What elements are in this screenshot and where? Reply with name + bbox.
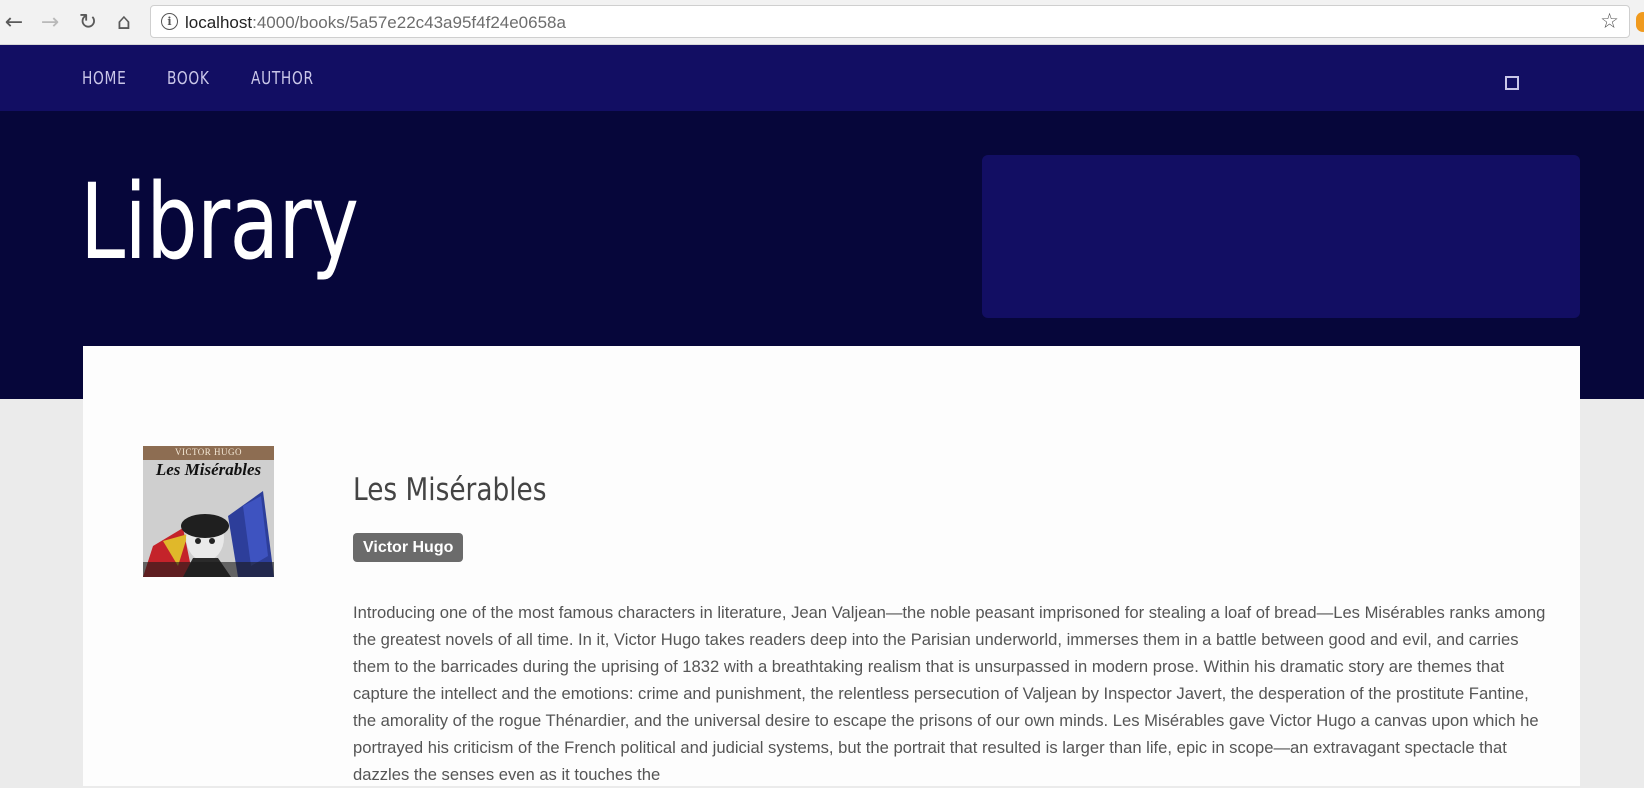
reload-button[interactable]: ↻ bbox=[74, 8, 102, 36]
book-detail-card: VICTOR HUGO Les Misérables Les Misérable… bbox=[83, 346, 1580, 786]
book-cover-image: VICTOR HUGO Les Misérables bbox=[143, 446, 274, 577]
arrow-right-icon: → bbox=[40, 9, 60, 35]
nav-author-link[interactable]: AUTHOR bbox=[251, 68, 314, 89]
address-bar[interactable]: i localhost:4000/books/5a57e22c43a95f4f2… bbox=[150, 5, 1630, 38]
hero-panel bbox=[982, 155, 1580, 318]
nav-home-link[interactable]: HOME bbox=[82, 68, 126, 89]
back-button[interactable]: ← bbox=[0, 8, 28, 36]
extension-icon[interactable] bbox=[1636, 12, 1644, 32]
browser-toolbar: ← → ↻ ⌂ i localhost:4000/books/5a57e22c4… bbox=[0, 0, 1644, 45]
url-path: :4000/books/5a57e22c43a95f4f24e0658a bbox=[252, 13, 566, 32]
arrow-left-icon: ← bbox=[4, 9, 24, 35]
author-badge[interactable]: Victor Hugo bbox=[353, 533, 464, 562]
menu-toggle-icon[interactable] bbox=[1505, 76, 1519, 90]
forward-button[interactable]: → bbox=[36, 8, 64, 36]
home-button[interactable]: ⌂ bbox=[110, 8, 138, 36]
info-icon[interactable]: i bbox=[161, 13, 178, 30]
cover-illustration bbox=[143, 491, 274, 577]
url-host: localhost bbox=[185, 13, 253, 32]
url-text[interactable]: localhost:4000/books/5a57e22c43a95f4f24e… bbox=[185, 13, 566, 33]
nav-book-link[interactable]: BOOK bbox=[167, 68, 210, 89]
site-navbar: HOME BOOK AUTHOR bbox=[0, 45, 1644, 111]
book-title: Les Misérables bbox=[353, 472, 547, 508]
page-title: Library bbox=[80, 161, 359, 283]
home-icon: ⌂ bbox=[117, 9, 131, 35]
star-icon[interactable]: ☆ bbox=[1600, 9, 1619, 33]
book-description: Introducing one of the most famous chara… bbox=[353, 603, 1546, 784]
reload-icon: ↻ bbox=[78, 9, 98, 35]
